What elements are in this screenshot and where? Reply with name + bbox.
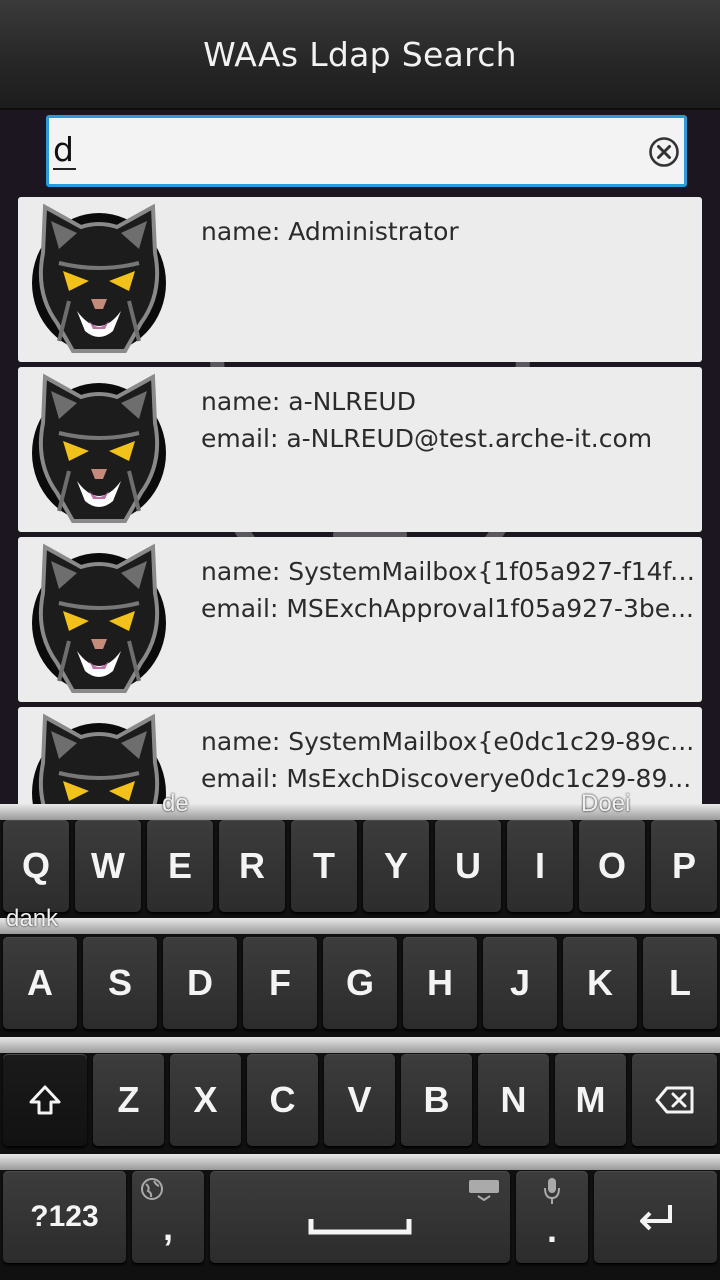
key-r[interactable]: R xyxy=(219,820,285,912)
keyboard-hide-icon xyxy=(469,1180,499,1201)
search-input[interactable]: d xyxy=(46,115,687,187)
panther-avatar xyxy=(29,711,169,804)
result-name: name: Administrator xyxy=(201,217,459,246)
space-icon xyxy=(308,1219,412,1235)
key-g[interactable]: G xyxy=(323,937,397,1029)
period-label: . xyxy=(546,1209,557,1250)
key-o[interactable]: O xyxy=(579,820,645,912)
result-email: email: MSExchApproval1f05a927-3be... xyxy=(201,594,694,623)
key-d[interactable]: D xyxy=(163,937,237,1029)
key-p[interactable]: P xyxy=(651,820,717,912)
key-l[interactable]: L xyxy=(643,937,717,1029)
backspace-key[interactable] xyxy=(632,1054,717,1146)
key-u[interactable]: U xyxy=(435,820,501,912)
suggestion-word[interactable]: de xyxy=(162,790,189,818)
key-q[interactable]: Q xyxy=(3,820,69,912)
symbols-key[interactable]: ?123 xyxy=(3,1171,126,1263)
key-j[interactable]: J xyxy=(483,937,557,1029)
key-m[interactable]: M xyxy=(555,1054,626,1146)
shift-icon xyxy=(29,1085,61,1115)
suggestion-word[interactable]: Doei xyxy=(581,790,630,818)
key-i[interactable]: I xyxy=(507,820,573,912)
globe-icon xyxy=(141,1178,163,1200)
result-item[interactable]: name: a-NLREUD email: a-NLREUD@test.arch… xyxy=(18,367,702,532)
results-list: name: Administrator name: a-NLREUD email… xyxy=(18,197,702,804)
result-item[interactable]: name: SystemMailbox{1f05a927-f14f-... em… xyxy=(18,537,702,702)
key-k[interactable]: K xyxy=(563,937,637,1029)
suggestion-bar xyxy=(0,1154,720,1170)
key-z[interactable]: Z xyxy=(93,1054,164,1146)
key-c[interactable]: C xyxy=(247,1054,318,1146)
backspace-icon xyxy=(655,1086,693,1114)
result-name: name: SystemMailbox{1f05a927-f14f-... xyxy=(201,557,696,586)
key-h[interactable]: H xyxy=(403,937,477,1029)
panther-avatar xyxy=(29,201,169,359)
key-s[interactable]: S xyxy=(83,937,157,1029)
title-bar: WAAs Ldap Search xyxy=(0,0,720,110)
search-input-value: d xyxy=(53,130,76,170)
key-a[interactable]: A xyxy=(3,937,77,1029)
key-v[interactable]: V xyxy=(324,1054,395,1146)
comma-key[interactable]: , xyxy=(132,1171,204,1263)
clear-icon[interactable] xyxy=(648,136,680,168)
key-b[interactable]: B xyxy=(401,1054,472,1146)
period-key[interactable]: . xyxy=(516,1171,588,1263)
key-n[interactable]: N xyxy=(478,1054,549,1146)
shift-key[interactable] xyxy=(3,1054,87,1146)
suggestion-bar xyxy=(0,1037,720,1053)
panther-avatar xyxy=(29,541,169,699)
virtual-keyboard: de Doei Q W E R T Y U I O P dank A S D F… xyxy=(0,790,720,1280)
key-y[interactable]: Y xyxy=(363,820,429,912)
comma-label: , xyxy=(162,1207,173,1248)
result-email: email: a-NLREUD@test.arche-it.com xyxy=(201,424,653,453)
enter-key[interactable] xyxy=(594,1171,717,1263)
microphone-icon xyxy=(544,1178,560,1204)
enter-icon xyxy=(639,1205,672,1231)
result-email: email: MsExchDiscoverye0dc1c29-89... xyxy=(201,764,692,793)
suggestion-word[interactable]: dank xyxy=(6,905,58,933)
suggestion-bar xyxy=(0,918,720,934)
app-title: WAAs Ldap Search xyxy=(203,34,517,74)
key-w[interactable]: W xyxy=(75,820,141,912)
content-area: d name: Administrator name: a-NLREUD ema… xyxy=(0,110,720,804)
key-f[interactable]: F xyxy=(243,937,317,1029)
key-t[interactable]: T xyxy=(291,820,357,912)
result-item[interactable]: name: Administrator xyxy=(18,197,702,362)
space-key[interactable] xyxy=(210,1171,510,1263)
panther-avatar xyxy=(29,371,169,529)
key-e[interactable]: E xyxy=(147,820,213,912)
result-name: name: a-NLREUD xyxy=(201,387,416,416)
result-name: name: SystemMailbox{e0dc1c29-89c... xyxy=(201,727,695,756)
key-x[interactable]: X xyxy=(170,1054,241,1146)
